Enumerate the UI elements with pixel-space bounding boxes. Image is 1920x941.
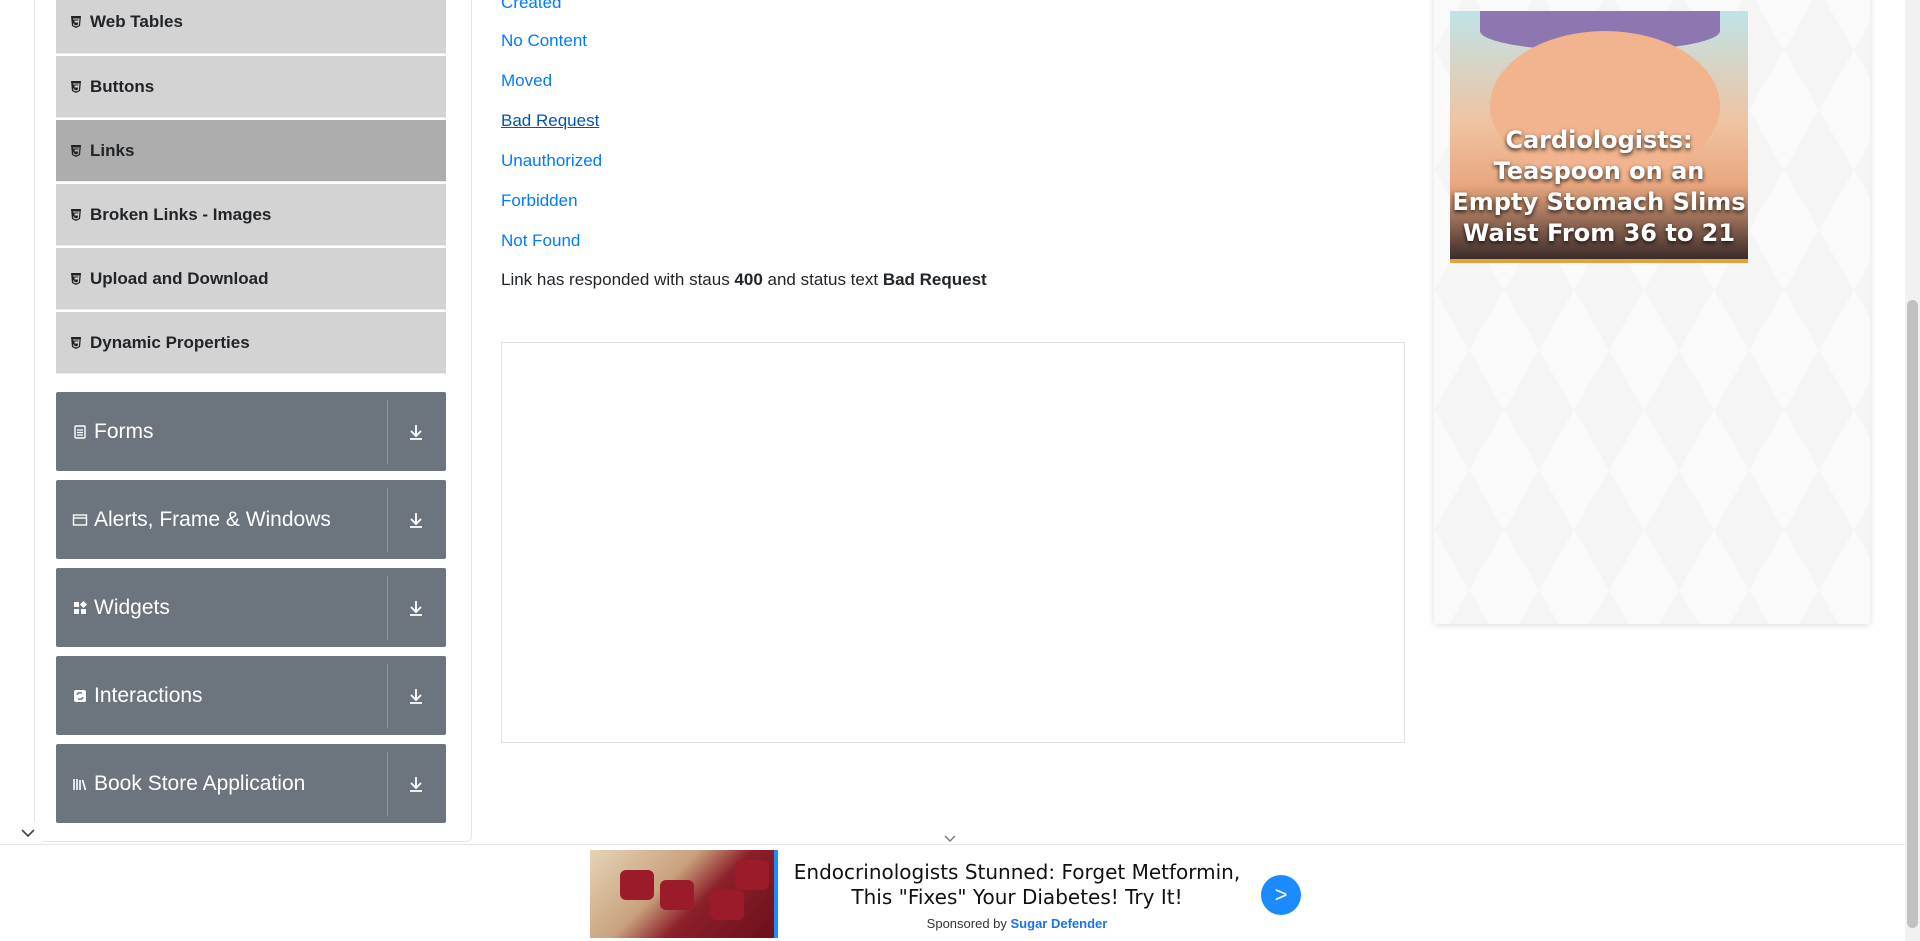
- sidebar-item-label: Links: [90, 140, 135, 160]
- bottom-ad-image[interactable]: [590, 850, 778, 938]
- side-ad-text: Cardiologists: Teaspoon on an Empty Stom…: [1452, 126, 1746, 247]
- ad-image-gummy: [660, 880, 694, 910]
- sidebar-item-dynamic-properties[interactable]: Dynamic Properties: [56, 312, 446, 374]
- link-not-found[interactable]: Not Found: [501, 231, 580, 251]
- html5-icon: [71, 336, 81, 349]
- form-icon: [74, 424, 86, 439]
- html5-icon: [71, 272, 81, 285]
- link-forbidden[interactable]: Forbidden: [501, 191, 578, 211]
- bottom-ad-title[interactable]: Endocrinologists Stunned: Forget Metform…: [780, 860, 1254, 910]
- response-middle: and status text: [762, 270, 883, 289]
- link-no-content[interactable]: No Content: [501, 31, 587, 51]
- ad-placeholder-frame: [501, 342, 1405, 743]
- sidebar-item-label: Web Tables: [90, 11, 183, 31]
- group-book-store[interactable]: Book Store Application: [56, 744, 446, 823]
- sidebar-item-upload-download[interactable]: Upload and Download: [56, 248, 446, 310]
- interactions-icon: [74, 689, 86, 702]
- group-divider: [387, 487, 388, 552]
- download-icon[interactable]: [406, 598, 426, 618]
- group-forms[interactable]: Forms: [56, 392, 446, 471]
- html5-icon: [71, 144, 81, 157]
- ad-image-gummy: [735, 860, 769, 890]
- download-icon[interactable]: [406, 422, 426, 442]
- window-icon: [72, 513, 88, 526]
- response-status-text: Bad Request: [882, 270, 987, 289]
- group-label: Book Store Application: [94, 771, 306, 795]
- group-alerts-frame-windows[interactable]: Alerts, Frame & Windows: [56, 480, 446, 559]
- sidebar-item-label: Buttons: [90, 76, 155, 96]
- group-divider: [387, 575, 388, 640]
- sponsor-name[interactable]: Sugar Defender: [1011, 916, 1108, 931]
- side-ad-banner[interactable]: Cardiologists: Teaspoon on an Empty Stom…: [1450, 11, 1748, 263]
- bottom-ad-go-button[interactable]: >: [1261, 875, 1301, 915]
- sidebar-item-web-tables[interactable]: Web Tables: [56, 0, 446, 54]
- ad-image-gummy: [620, 870, 654, 900]
- group-divider: [387, 399, 388, 464]
- elements-menu-list: Web Tables Buttons Links Broken Links - …: [56, 0, 446, 376]
- sidebar-item-label: Upload and Download: [90, 268, 269, 288]
- html5-icon: [71, 208, 81, 221]
- group-label: Alerts, Frame & Windows: [94, 507, 331, 531]
- download-icon[interactable]: [406, 774, 426, 794]
- group-label: Forms: [94, 419, 154, 443]
- link-moved[interactable]: Moved: [501, 71, 552, 91]
- group-label: Widgets: [94, 595, 170, 619]
- group-interactions[interactable]: Interactions: [56, 656, 446, 735]
- sidebar-item-links[interactable]: Links: [56, 120, 446, 182]
- link-created[interactable]: Created: [501, 0, 561, 13]
- group-divider: [387, 751, 388, 816]
- scrollbar-thumb[interactable]: [1907, 300, 1918, 928]
- download-icon[interactable]: [406, 686, 426, 706]
- response-status-code: 400: [734, 270, 763, 289]
- sidebar-item-label: Broken Links - Images: [90, 204, 272, 224]
- group-widgets[interactable]: Widgets: [56, 568, 446, 647]
- books-icon: [73, 778, 87, 790]
- sidebar-item-buttons[interactable]: Buttons: [56, 56, 446, 118]
- sidebar-item-broken-links[interactable]: Broken Links - Images: [56, 184, 446, 246]
- sponsored-prefix: Sponsored by: [926, 916, 1011, 931]
- bottom-ad-divider: [0, 844, 1905, 845]
- link-unauthorized[interactable]: Unauthorized: [501, 151, 602, 171]
- chevron-down-icon[interactable]: [14, 822, 42, 844]
- group-label: Interactions: [94, 683, 203, 707]
- chevron-down-icon[interactable]: [942, 834, 958, 844]
- html5-icon: [71, 15, 81, 28]
- ad-image-gummy: [710, 890, 744, 920]
- group-divider: [387, 663, 388, 728]
- sidebar-item-label: Dynamic Properties: [90, 332, 250, 352]
- widgets-icon: [74, 600, 88, 614]
- html5-icon: [71, 80, 81, 93]
- link-response-message: Link has responded with staus 400 and st…: [501, 270, 987, 290]
- link-bad-request[interactable]: Bad Request: [501, 111, 599, 131]
- download-icon[interactable]: [406, 510, 426, 530]
- bottom-ad-sponsor: Sponsored by Sugar Defender: [780, 916, 1254, 931]
- page-scrollbar[interactable]: [1905, 0, 1920, 941]
- response-prefix: Link has responded with staus: [501, 270, 735, 289]
